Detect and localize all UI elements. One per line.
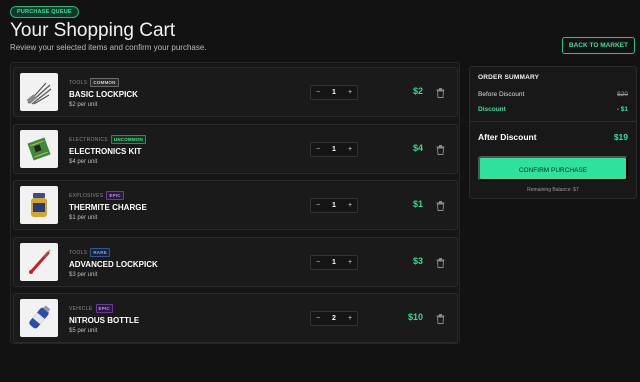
item-total-price: $10 bbox=[407, 312, 423, 322]
decrease-button[interactable]: − bbox=[311, 199, 325, 212]
rarity-badge: RARE bbox=[90, 248, 110, 257]
trash-icon[interactable] bbox=[436, 145, 445, 155]
nitrous-bottle-icon bbox=[20, 299, 58, 337]
increase-button[interactable]: + bbox=[343, 143, 357, 156]
item-name: NITROUS BOTTLE bbox=[69, 316, 140, 325]
confirm-purchase-button[interactable]: CONFIRM PURCHASE bbox=[478, 156, 628, 181]
trash-icon[interactable] bbox=[436, 201, 445, 211]
circuit-board-icon bbox=[20, 130, 58, 168]
item-unit-price: $3 per unit bbox=[69, 272, 98, 278]
rarity-badge: EPIC bbox=[95, 304, 113, 313]
increase-button[interactable]: + bbox=[343, 199, 357, 212]
increase-button[interactable]: + bbox=[343, 256, 357, 269]
item-unit-price: $5 per unit bbox=[69, 328, 98, 334]
item-name: BASIC LOCKPICK bbox=[69, 90, 138, 99]
quantity-stepper: − 1 + bbox=[310, 142, 358, 157]
back-to-market-button[interactable]: BACK TO MARKET bbox=[561, 37, 635, 54]
item-category: EXPLOSIVES bbox=[69, 192, 104, 199]
thermite-jar-icon bbox=[20, 186, 58, 224]
after-discount-row: After Discount $19 bbox=[478, 132, 628, 142]
lockpick-set-icon bbox=[20, 73, 58, 111]
trash-icon[interactable] bbox=[436, 258, 445, 268]
order-summary-title: ORDER SUMMARY bbox=[478, 74, 540, 81]
decrease-button[interactable]: − bbox=[311, 256, 325, 269]
trash-icon[interactable] bbox=[436, 314, 445, 324]
red-lockpick-icon bbox=[20, 243, 58, 281]
quantity-stepper: − 1 + bbox=[310, 255, 358, 270]
before-discount-row: Before Discount $20 bbox=[478, 91, 628, 98]
item-unit-price: $4 per unit bbox=[69, 159, 98, 165]
page-subtitle: Review your selected items and confirm y… bbox=[10, 43, 207, 52]
purchase-queue-badge: PURCHASE QUEUE bbox=[10, 6, 79, 18]
increase-button[interactable]: + bbox=[343, 312, 357, 325]
rarity-badge: EPIC bbox=[106, 191, 124, 200]
quantity-stepper: − 1 + bbox=[310, 198, 358, 213]
discount-value: - $1 bbox=[616, 106, 628, 113]
before-discount-value: $20 bbox=[617, 91, 628, 98]
cart-item: VEHICLE EPIC NITROUS BOTTLE $5 per unit … bbox=[13, 293, 458, 343]
discount-row: Discount - $1 bbox=[478, 106, 628, 113]
item-unit-price: $2 per unit bbox=[69, 102, 98, 108]
item-name: ADVANCED LOCKPICK bbox=[69, 260, 158, 269]
after-discount-label: After Discount bbox=[478, 132, 537, 142]
order-summary-panel: ORDER SUMMARY Before Discount $20 Discou… bbox=[469, 66, 637, 199]
page-title: Your Shopping Cart bbox=[10, 20, 176, 41]
cart-item: EXPLOSIVES EPIC THERMITE CHARGE $1 per u… bbox=[13, 180, 458, 230]
trash-icon[interactable] bbox=[436, 88, 445, 98]
decrease-button[interactable]: − bbox=[311, 143, 325, 156]
quantity-value: 1 bbox=[332, 202, 336, 209]
item-total-price: $3 bbox=[412, 256, 423, 266]
item-unit-price: $1 per unit bbox=[69, 215, 98, 221]
summary-divider bbox=[470, 121, 636, 122]
item-category: VEHICLE bbox=[69, 305, 93, 312]
cart-item: TOOLS RARE ADVANCED LOCKPICK $3 per unit… bbox=[13, 237, 458, 287]
remaining-balance: Remaining Balance: $7 bbox=[527, 187, 579, 193]
quantity-value: 1 bbox=[332, 259, 336, 266]
quantity-value: 2 bbox=[332, 315, 336, 322]
cart-items-panel: TOOLS COMMON BASIC LOCKPICK $2 per unit … bbox=[10, 62, 460, 344]
discount-label: Discount bbox=[478, 106, 506, 113]
item-total-price: $4 bbox=[412, 143, 423, 153]
decrease-button[interactable]: − bbox=[311, 312, 325, 325]
item-name: THERMITE CHARGE bbox=[69, 203, 147, 212]
cart-item: TOOLS COMMON BASIC LOCKPICK $2 per unit … bbox=[13, 67, 458, 117]
decrease-button[interactable]: − bbox=[311, 86, 325, 99]
item-category: TOOLS bbox=[69, 79, 88, 86]
item-category: TOOLS bbox=[69, 249, 88, 256]
quantity-stepper: − 2 + bbox=[310, 311, 358, 326]
after-discount-value: $19 bbox=[613, 132, 628, 142]
quantity-stepper: − 1 + bbox=[310, 85, 358, 100]
item-category: ELECTRONICS bbox=[69, 136, 108, 143]
item-name: ELECTRONICS KIT bbox=[69, 147, 142, 156]
rarity-badge: COMMON bbox=[90, 78, 119, 87]
quantity-value: 1 bbox=[332, 89, 336, 96]
item-total-price: $1 bbox=[412, 199, 423, 209]
before-discount-label: Before Discount bbox=[478, 91, 525, 98]
item-total-price: $2 bbox=[412, 86, 423, 96]
cart-item: ELECTRONICS UNCOMMON ELECTRONICS KIT $4 … bbox=[13, 124, 458, 174]
rarity-badge: UNCOMMON bbox=[110, 135, 146, 144]
quantity-value: 1 bbox=[332, 146, 336, 153]
increase-button[interactable]: + bbox=[343, 86, 357, 99]
